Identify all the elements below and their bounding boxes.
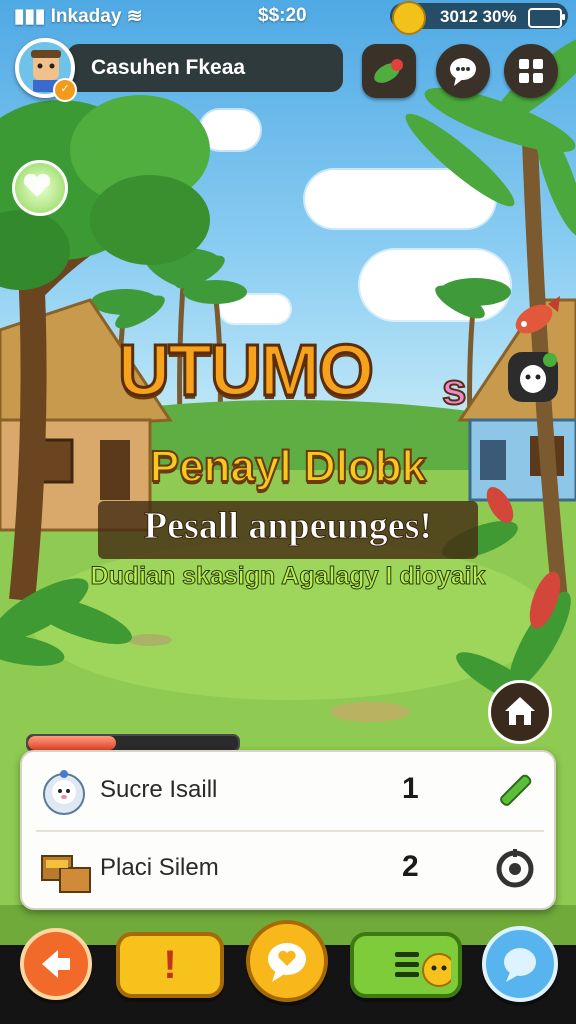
event-subtitle: Pesall anpeunges! [143,505,433,548]
player-name: Casuhen Fkeaa [91,56,246,79]
quest-menu-button[interactable] [350,932,462,998]
currency-display: 3012 30% [390,1,568,35]
coin-icon [392,1,426,35]
battery-icon [528,8,565,28]
menu-list-icon [395,952,451,987]
game-logo: UTUMO [117,330,376,413]
currency-value: 3012 30% [440,7,517,26]
chat-button[interactable] [436,44,490,98]
carrier-label: Inkaday [50,6,122,27]
quest-count: 2 [402,850,419,883]
quest-row[interactable]: Sucre Isaill 1 [22,754,558,828]
player-bar: Casuhen Fkeaa ✓ [15,38,345,102]
inventory-button[interactable] [362,44,416,98]
quest-panel: Sucre Isaill 1 Placi Silem 2 [20,750,556,910]
wifi-icon: ≋ [126,6,143,27]
alert-button[interactable]: ! [116,932,224,998]
heart-orb-icon [23,173,51,197]
crate-icon [38,844,91,896]
event-description: Dudian skasign Agalagy I dioyaik [90,562,486,591]
daily-reward-button[interactable] [12,160,68,216]
settings-icon[interactable] [492,846,538,892]
status-bar: ▮▮▮ Inkaday ≋ $$:20 3012 30% [0,0,576,35]
veggie-icon [374,59,403,83]
event-title: Penayl Dlobk [149,441,427,492]
quest-row[interactable]: Placi Silem 2 [22,832,558,906]
messages-button[interactable] [482,926,558,1002]
back-arrow-icon [42,950,70,978]
home-button[interactable] [488,680,552,744]
back-button[interactable] [20,928,92,1000]
clock: $$:20 [258,5,307,26]
ghost-friend-icon [520,353,557,393]
quest-label: Sucre Isaill [100,776,218,803]
friends-button[interactable] [508,352,558,402]
pencil-icon[interactable] [492,768,538,814]
quest-label: Placi Silem [100,854,219,881]
grid-menu-button[interactable] [504,44,558,98]
verified-badge-icon: ✓ [53,78,77,102]
chat-bubble-icon [504,948,536,982]
signal-icon: ▮▮▮ [14,6,46,27]
grid-icon [519,59,543,83]
social-button[interactable] [246,920,328,1002]
fish-shop-button[interactable] [508,292,560,342]
home-icon [505,697,535,725]
player-name-pill[interactable]: Casuhen Fkeaa [67,44,343,92]
quest-progress-fill [28,736,117,750]
game-logo-suffix: s [441,364,468,415]
carrier-status: ▮▮▮ Inkaday ≋ [14,5,143,28]
heart-chat-icon [268,943,306,982]
quest-count: 1 [402,772,419,805]
snowman-icon [38,766,90,818]
speech-bubble-icon [450,58,476,86]
fish-icon [515,296,560,334]
exclamation-icon: ! [163,942,177,987]
